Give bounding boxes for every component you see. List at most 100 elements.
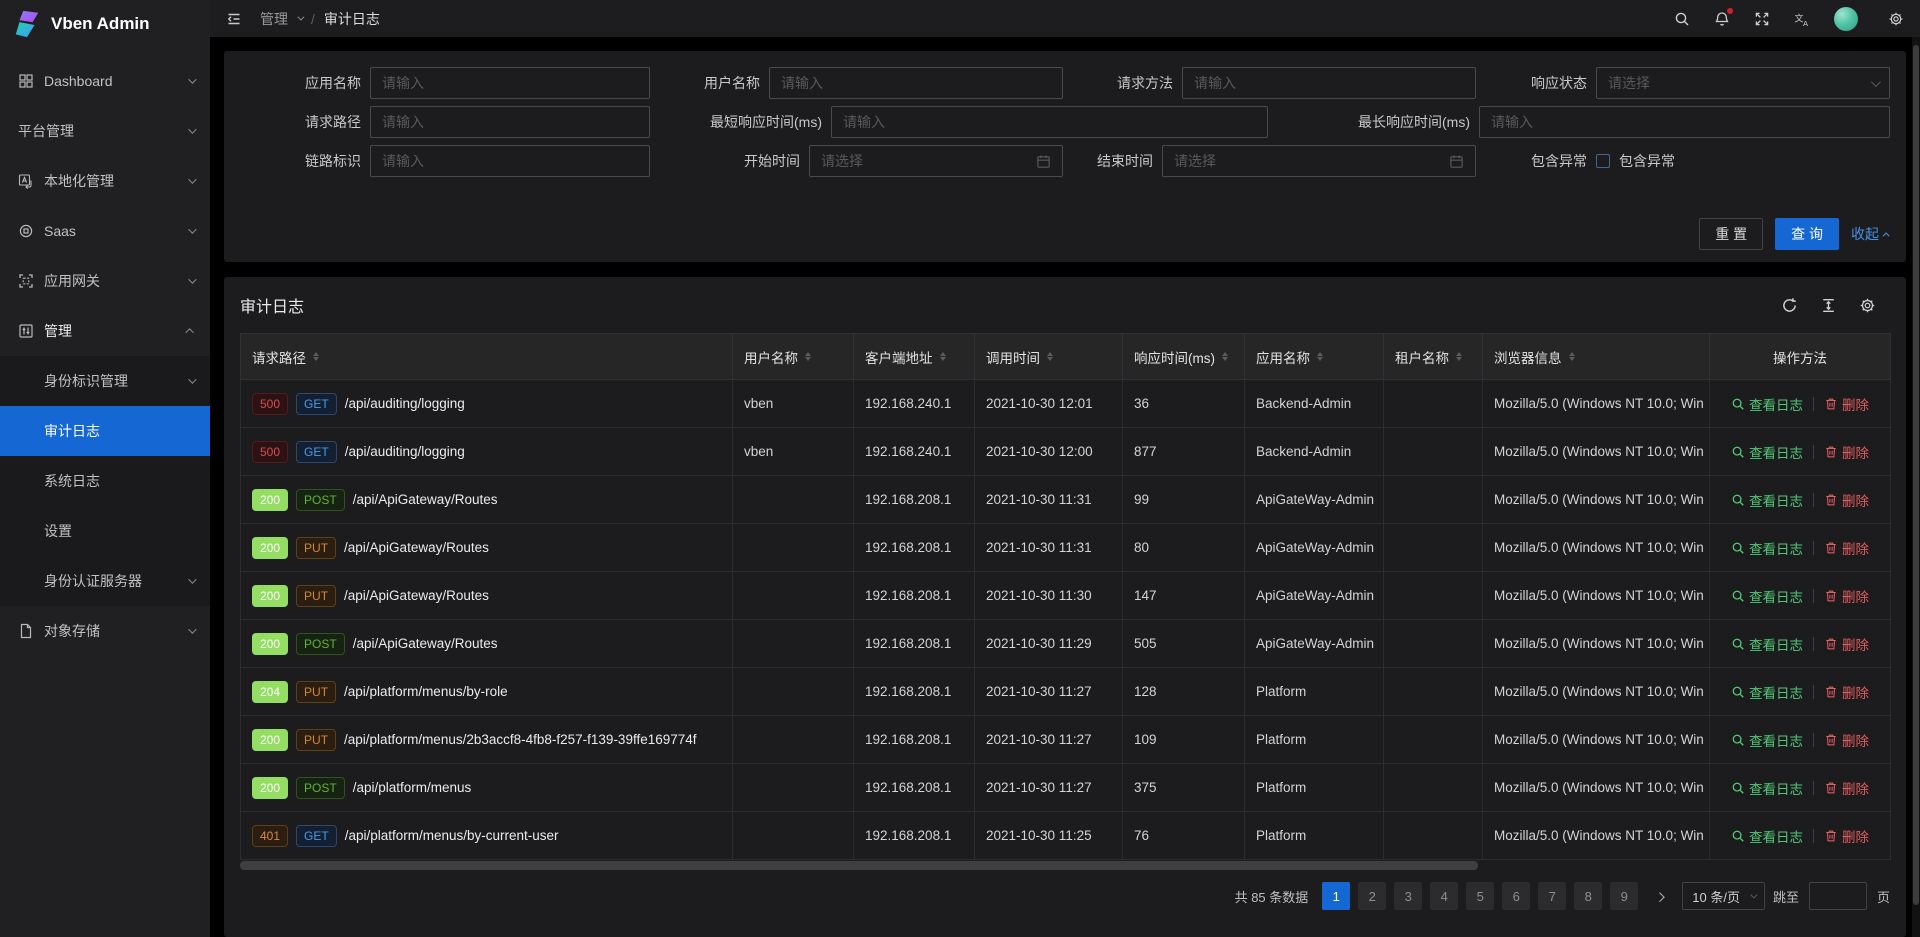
text-input-field[interactable] bbox=[1194, 75, 1464, 91]
sort-icon[interactable] bbox=[1047, 349, 1053, 364]
delete-button[interactable]: 删除 bbox=[1824, 586, 1869, 606]
page-size-select[interactable]: 10 条/页 bbox=[1682, 882, 1765, 910]
text-input-field[interactable] bbox=[382, 75, 638, 91]
vertical-scrollbar[interactable] bbox=[1912, 37, 1920, 937]
table-row[interactable]: 200POST/api/ApiGateway/Routes192.168.208… bbox=[241, 476, 1891, 524]
delete-button[interactable]: 删除 bbox=[1824, 538, 1869, 558]
delete-button[interactable]: 删除 bbox=[1824, 634, 1869, 654]
page-button-1[interactable]: 1 bbox=[1322, 882, 1350, 910]
scrollbar-thumb[interactable] bbox=[1913, 45, 1919, 905]
app-logo[interactable]: Vben Admin bbox=[0, 0, 210, 48]
page-button-8[interactable]: 8 bbox=[1574, 882, 1602, 910]
date-input[interactable]: 请选择 bbox=[1162, 145, 1476, 177]
text-input-field[interactable] bbox=[781, 75, 1051, 91]
page-button-3[interactable]: 3 bbox=[1394, 882, 1422, 910]
table-row[interactable]: 200PUT/api/ApiGateway/Routes192.168.208.… bbox=[241, 524, 1891, 572]
view-log-button[interactable]: 查看日志 bbox=[1731, 826, 1803, 846]
table-row[interactable]: 500GET/api/auditing/loggingvben192.168.2… bbox=[241, 428, 1891, 476]
jump-page-input[interactable] bbox=[1809, 882, 1867, 910]
select-input[interactable]: 请选择 bbox=[1596, 67, 1890, 99]
next-page-button[interactable] bbox=[1646, 882, 1674, 910]
sort-icon[interactable] bbox=[805, 349, 811, 364]
sidebar-item[interactable]: 身份标识管理 bbox=[0, 356, 210, 406]
checkbox[interactable] bbox=[1596, 154, 1610, 168]
view-log-button[interactable]: 查看日志 bbox=[1731, 586, 1803, 606]
view-log-button[interactable]: 查看日志 bbox=[1731, 682, 1803, 702]
view-log-button[interactable]: 查看日志 bbox=[1731, 442, 1803, 462]
sidebar-item[interactable]: 审计日志 bbox=[0, 406, 210, 456]
locale-icon[interactable]: 文A bbox=[1794, 11, 1810, 27]
column-header[interactable]: 用户名称 bbox=[733, 334, 854, 380]
sidebar-item[interactable]: 设置 bbox=[0, 506, 210, 556]
sort-icon[interactable] bbox=[313, 349, 319, 364]
view-log-button[interactable]: 查看日志 bbox=[1731, 490, 1803, 510]
avatar[interactable] bbox=[1834, 7, 1858, 31]
delete-button[interactable]: 删除 bbox=[1824, 442, 1869, 462]
column-header[interactable]: 请求路径 bbox=[241, 334, 733, 380]
sidebar-item[interactable]: 系统日志 bbox=[0, 456, 210, 506]
fullscreen-icon[interactable] bbox=[1754, 11, 1770, 27]
text-input-field[interactable] bbox=[382, 114, 638, 130]
view-log-button[interactable]: 查看日志 bbox=[1731, 730, 1803, 750]
table-row[interactable]: 401GET/api/platform/menus/by-current-use… bbox=[241, 812, 1891, 860]
row-height-icon[interactable] bbox=[1820, 297, 1837, 314]
view-log-button[interactable]: 查看日志 bbox=[1731, 634, 1803, 654]
sidebar-item[interactable]: 本地化管理 bbox=[0, 156, 210, 206]
delete-button[interactable]: 删除 bbox=[1824, 490, 1869, 510]
column-header[interactable]: 调用时间 bbox=[975, 334, 1123, 380]
sort-icon[interactable] bbox=[1456, 349, 1462, 364]
sidebar-item[interactable]: 对象存储 bbox=[0, 606, 210, 656]
settings-gear-icon[interactable] bbox=[1888, 11, 1904, 27]
page-button-9[interactable]: 9 bbox=[1610, 882, 1638, 910]
search-icon[interactable] bbox=[1674, 11, 1690, 27]
date-input[interactable]: 请选择 bbox=[809, 145, 1063, 177]
text-input[interactable] bbox=[370, 106, 650, 138]
table-row[interactable]: 200PUT/api/ApiGateway/Routes192.168.208.… bbox=[241, 572, 1891, 620]
table-row[interactable]: 200POST/api/platform/menus192.168.208.12… bbox=[241, 764, 1891, 812]
table-row[interactable]: 204PUT/api/platform/menus/by-role192.168… bbox=[241, 668, 1891, 716]
column-header[interactable]: 租户名称 bbox=[1384, 334, 1483, 380]
text-input-field[interactable] bbox=[382, 153, 638, 169]
text-input[interactable] bbox=[769, 67, 1063, 99]
sort-icon[interactable] bbox=[940, 349, 946, 364]
collapse-link[interactable]: 收起 bbox=[1851, 224, 1890, 244]
sort-icon[interactable] bbox=[1222, 349, 1228, 364]
page-button-4[interactable]: 4 bbox=[1430, 882, 1458, 910]
horizontal-scrollbar[interactable] bbox=[240, 861, 1890, 873]
reset-button[interactable]: 重 置 bbox=[1699, 218, 1763, 250]
delete-button[interactable]: 删除 bbox=[1824, 730, 1869, 750]
text-input-field[interactable] bbox=[1491, 114, 1878, 130]
sort-icon[interactable] bbox=[1317, 349, 1323, 364]
page-button-2[interactable]: 2 bbox=[1358, 882, 1386, 910]
sidebar-item[interactable]: 身份认证服务器 bbox=[0, 556, 210, 606]
search-button[interactable]: 查 询 bbox=[1775, 218, 1839, 250]
column-header[interactable]: 响应时间(ms) bbox=[1123, 334, 1245, 380]
column-header[interactable]: 浏览器信息 bbox=[1483, 334, 1710, 380]
table-row[interactable]: 500GET/api/auditing/loggingvben192.168.2… bbox=[241, 380, 1891, 428]
view-log-button[interactable]: 查看日志 bbox=[1731, 394, 1803, 414]
text-input[interactable] bbox=[1182, 67, 1476, 99]
column-header[interactable]: 应用名称 bbox=[1245, 334, 1384, 380]
column-setting-icon[interactable] bbox=[1859, 297, 1876, 314]
table-row[interactable]: 200POST/api/ApiGateway/Routes192.168.208… bbox=[241, 620, 1891, 668]
menu-fold-icon[interactable] bbox=[226, 11, 242, 27]
view-log-button[interactable]: 查看日志 bbox=[1731, 538, 1803, 558]
page-button-5[interactable]: 5 bbox=[1466, 882, 1494, 910]
sidebar-item[interactable]: Saas bbox=[0, 206, 210, 256]
notification-button[interactable] bbox=[1714, 11, 1730, 27]
refresh-icon[interactable] bbox=[1781, 297, 1798, 314]
text-input-field[interactable] bbox=[843, 114, 1256, 130]
page-button-6[interactable]: 6 bbox=[1502, 882, 1530, 910]
text-input[interactable] bbox=[1479, 106, 1890, 138]
breadcrumb-parent[interactable]: 管理 bbox=[260, 9, 288, 29]
page-button-7[interactable]: 7 bbox=[1538, 882, 1566, 910]
view-log-button[interactable]: 查看日志 bbox=[1731, 778, 1803, 798]
delete-button[interactable]: 删除 bbox=[1824, 682, 1869, 702]
delete-button[interactable]: 删除 bbox=[1824, 778, 1869, 798]
sidebar-item[interactable]: 应用网关 bbox=[0, 256, 210, 306]
sidebar-item[interactable]: 管理 bbox=[0, 306, 210, 356]
sidebar-item[interactable]: 平台管理 bbox=[0, 106, 210, 156]
column-header[interactable]: 客户端地址 bbox=[854, 334, 975, 380]
text-input[interactable] bbox=[831, 106, 1268, 138]
text-input[interactable] bbox=[370, 67, 650, 99]
